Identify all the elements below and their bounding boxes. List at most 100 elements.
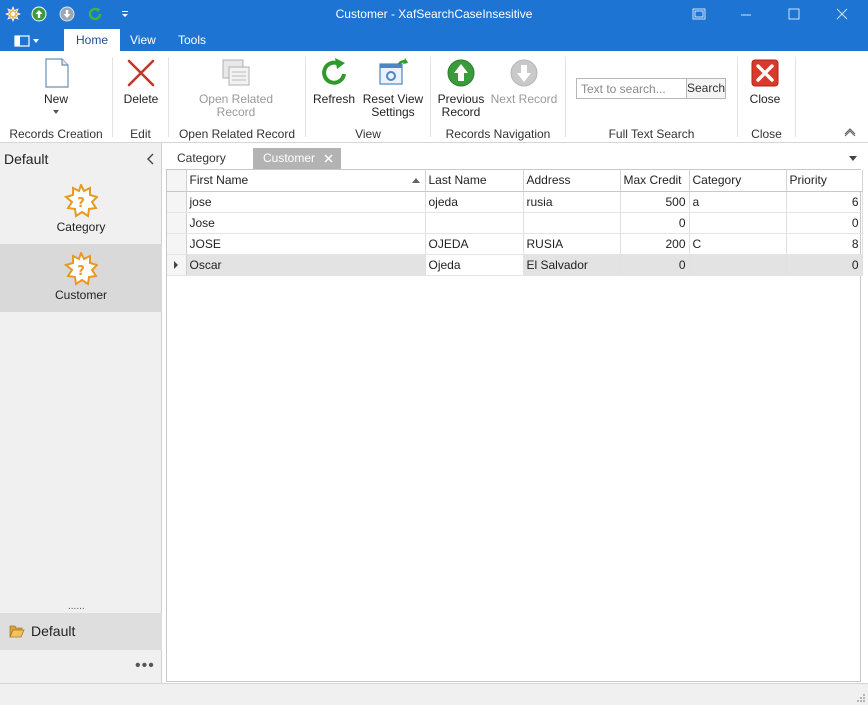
cell-address[interactable]: [523, 212, 621, 234]
reset-view-label-line1: Reset View: [362, 92, 424, 106]
restore-layout-icon[interactable]: [688, 4, 710, 24]
unknown-object-gear-icon: ?: [64, 184, 98, 218]
close-view-button[interactable]: Close: [745, 57, 785, 106]
cell-priority[interactable]: 6: [786, 191, 863, 213]
unknown-object-gear-icon: ?: [64, 252, 98, 286]
search-input[interactable]: Text to search...: [576, 78, 687, 99]
sidebar-splitter[interactable]: ......: [68, 601, 85, 612]
cell-priority[interactable]: 0: [786, 254, 863, 276]
table-row[interactable]: JOSE OJEDA RUSIA 200 C 8: [167, 233, 863, 255]
doc-tab-label: Customer: [263, 151, 316, 165]
group-separator: [565, 57, 566, 137]
table-row[interactable]: jose ojeda rusia 500 a 6: [167, 191, 863, 213]
sort-ascending-icon: [411, 178, 420, 183]
open-related-label-line1: Open Related: [198, 92, 274, 106]
cell-first-name[interactable]: Jose: [186, 212, 426, 234]
group-separator: [112, 57, 113, 137]
group-separator: [737, 57, 738, 137]
group-label-records-navigation: Records Navigation: [445, 127, 551, 141]
folder-open-icon: [9, 625, 25, 638]
new-button[interactable]: New: [30, 57, 82, 114]
column-header-address[interactable]: Address: [523, 170, 621, 192]
chevron-left-icon[interactable]: [145, 152, 157, 166]
new-document-icon: [45, 58, 69, 88]
cell-max-credit[interactable]: 200: [620, 233, 690, 255]
cell-priority[interactable]: 0: [786, 212, 863, 234]
cell-first-name[interactable]: JOSE: [186, 233, 426, 255]
cell-last-name[interactable]: ojeda: [425, 191, 524, 213]
table-row-focused[interactable]: Oscar Ojeda El Salvador 0 0: [167, 254, 863, 276]
title-bar: Customer - XafSearchCaseInsesitive: [0, 0, 868, 29]
chevron-down-icon: [53, 110, 59, 114]
open-related-label-line2: Record: [216, 105, 256, 119]
cell-last-name[interactable]: OJEDA: [425, 233, 524, 255]
cell-category[interactable]: C: [689, 233, 787, 255]
row-indicator[interactable]: [167, 254, 187, 276]
sidebar-more-button[interactable]: •••: [135, 657, 155, 675]
column-header-category[interactable]: Category: [689, 170, 787, 192]
previous-record-button[interactable]: Previous Record: [436, 57, 486, 119]
cell-max-credit[interactable]: 0: [620, 212, 690, 234]
cell-category[interactable]: a: [689, 191, 787, 213]
status-bar: [0, 683, 868, 705]
row-indicator[interactable]: [167, 212, 187, 234]
next-record-button[interactable]: Next Record: [490, 57, 558, 106]
tab-tools[interactable]: Tools: [166, 29, 218, 51]
cell-address[interactable]: rusia: [523, 191, 621, 213]
sidebar-item-category[interactable]: ? Category: [0, 176, 162, 244]
app-menu-icon: [13, 35, 30, 47]
close-label: Close: [749, 92, 781, 106]
sidebar-group-default[interactable]: Default: [0, 613, 162, 650]
column-header-priority[interactable]: Priority: [786, 170, 863, 192]
group-label-edit: Edit: [130, 127, 151, 141]
close-window-button[interactable]: [831, 4, 853, 24]
minimize-button[interactable]: [735, 4, 757, 24]
tab-view[interactable]: View: [118, 29, 168, 51]
close-tab-icon[interactable]: [321, 148, 335, 169]
delete-button[interactable]: Delete: [117, 57, 165, 106]
column-header-max-credit[interactable]: Max Credit: [620, 170, 690, 192]
search-button[interactable]: Search: [686, 78, 726, 99]
sidebar-item-customer[interactable]: ? Customer: [0, 244, 162, 312]
cell-last-name-focused[interactable]: Ojeda: [425, 254, 524, 276]
delete-x-icon: [127, 59, 155, 87]
refresh-label: Refresh: [312, 92, 356, 106]
cell-max-credit[interactable]: 500: [620, 191, 690, 213]
column-header-last-name[interactable]: Last Name: [425, 170, 524, 192]
group-label-open-related: Open Related Record: [178, 127, 296, 141]
resize-grip-icon[interactable]: [856, 693, 866, 703]
app-window: Customer - XafSearchCaseInsesitive Home …: [0, 0, 868, 705]
ribbon-collapse-icon[interactable]: [843, 125, 857, 137]
cell-last-name[interactable]: [425, 212, 524, 234]
doc-tab-category[interactable]: Category: [167, 148, 236, 169]
header-indicator-cell: [167, 170, 187, 192]
open-related-record-button[interactable]: Open Related Record: [196, 57, 276, 119]
open-related-icon: [222, 59, 250, 86]
cell-address[interactable]: RUSIA: [523, 233, 621, 255]
customer-grid[interactable]: First Name Last Name Address Max Credit …: [166, 169, 863, 682]
refresh-icon: [322, 58, 346, 85]
refresh-button[interactable]: Refresh: [310, 57, 358, 106]
group-label-records-creation: Records Creation: [9, 127, 103, 141]
group-separator: [795, 57, 796, 137]
tab-home[interactable]: Home: [64, 29, 121, 51]
cell-category[interactable]: [689, 212, 787, 234]
column-header-first-name[interactable]: First Name: [186, 170, 426, 192]
table-row[interactable]: Jose 0 0: [167, 212, 863, 234]
row-indicator[interactable]: [167, 233, 187, 255]
tab-list-dropdown-icon[interactable]: [847, 153, 859, 163]
cell-first-name[interactable]: jose: [186, 191, 426, 213]
reset-view-settings-button[interactable]: Reset View Settings: [361, 57, 425, 119]
ribbon: New Delete Open Related Record Refresh R…: [0, 51, 868, 143]
group-separator: [430, 57, 431, 137]
cell-max-credit[interactable]: 0: [620, 254, 690, 276]
cell-first-name[interactable]: Oscar: [186, 254, 426, 276]
cell-address[interactable]: El Salvador: [523, 254, 621, 276]
group-label-close: Close: [751, 127, 782, 141]
maximize-button[interactable]: [783, 4, 805, 24]
focused-row-arrow-icon: [174, 260, 179, 269]
cell-priority[interactable]: 8: [786, 233, 863, 255]
row-indicator[interactable]: [167, 191, 187, 213]
cell-category[interactable]: [689, 254, 787, 276]
app-menu-button[interactable]: [6, 31, 46, 51]
